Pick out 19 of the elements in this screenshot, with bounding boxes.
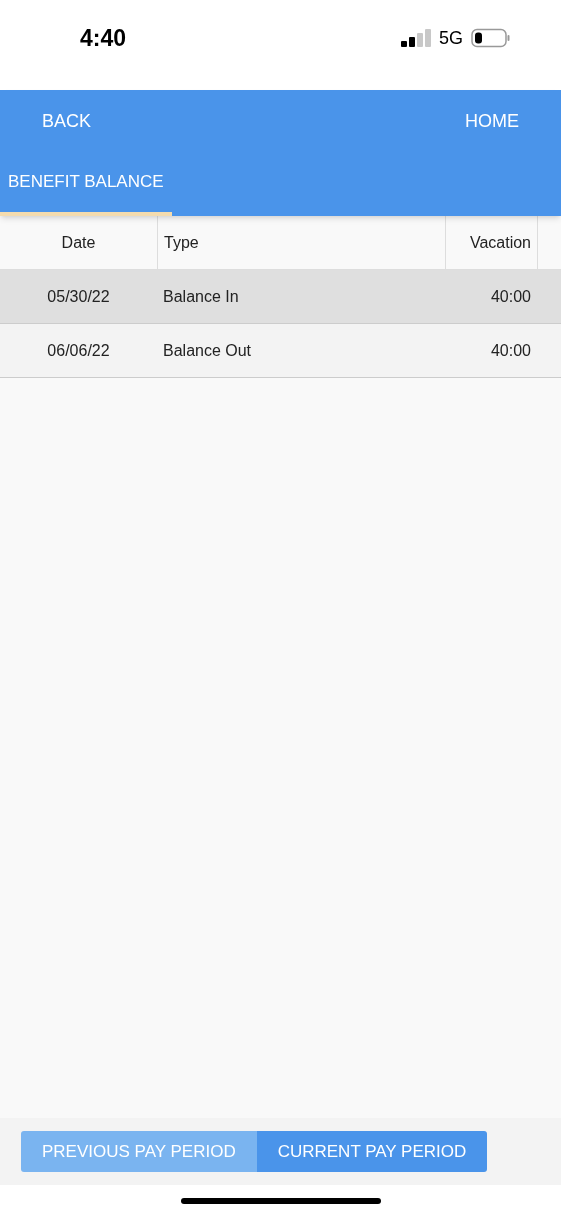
column-header: Date bbox=[60, 232, 97, 253]
table-cell-text: 05/30/22 bbox=[47, 286, 110, 307]
back-button[interactable]: BACK bbox=[42, 107, 92, 135]
table-cell-text: 40:00 bbox=[490, 340, 531, 361]
table-cell-text: 40:00 bbox=[490, 286, 531, 307]
pay-period-button[interactable]: CURRENT PAY PERIOD bbox=[256, 1131, 488, 1172]
signal-icon bbox=[401, 28, 431, 48]
home-button[interactable]: HOME bbox=[465, 107, 519, 135]
table-cell-text: 06/06/22 bbox=[47, 340, 110, 361]
clock-time: 4:40 bbox=[80, 23, 127, 53]
column-header: Vacation bbox=[445, 216, 537, 269]
table-cell-text: Balance Out bbox=[163, 340, 252, 361]
table-row[interactable]: 06/06/22 Balance Out 40:00 bbox=[0, 324, 561, 378]
network-label: 5G bbox=[439, 26, 463, 50]
table-cell-text: Balance In bbox=[163, 286, 239, 307]
battery-icon bbox=[471, 28, 511, 48]
pay-period-button[interactable]: PREVIOUS PAY PERIOD bbox=[21, 1131, 257, 1172]
table-row[interactable]: 05/30/22 Balance In 40:00 bbox=[0, 270, 561, 324]
column-header: Type bbox=[157, 216, 445, 269]
